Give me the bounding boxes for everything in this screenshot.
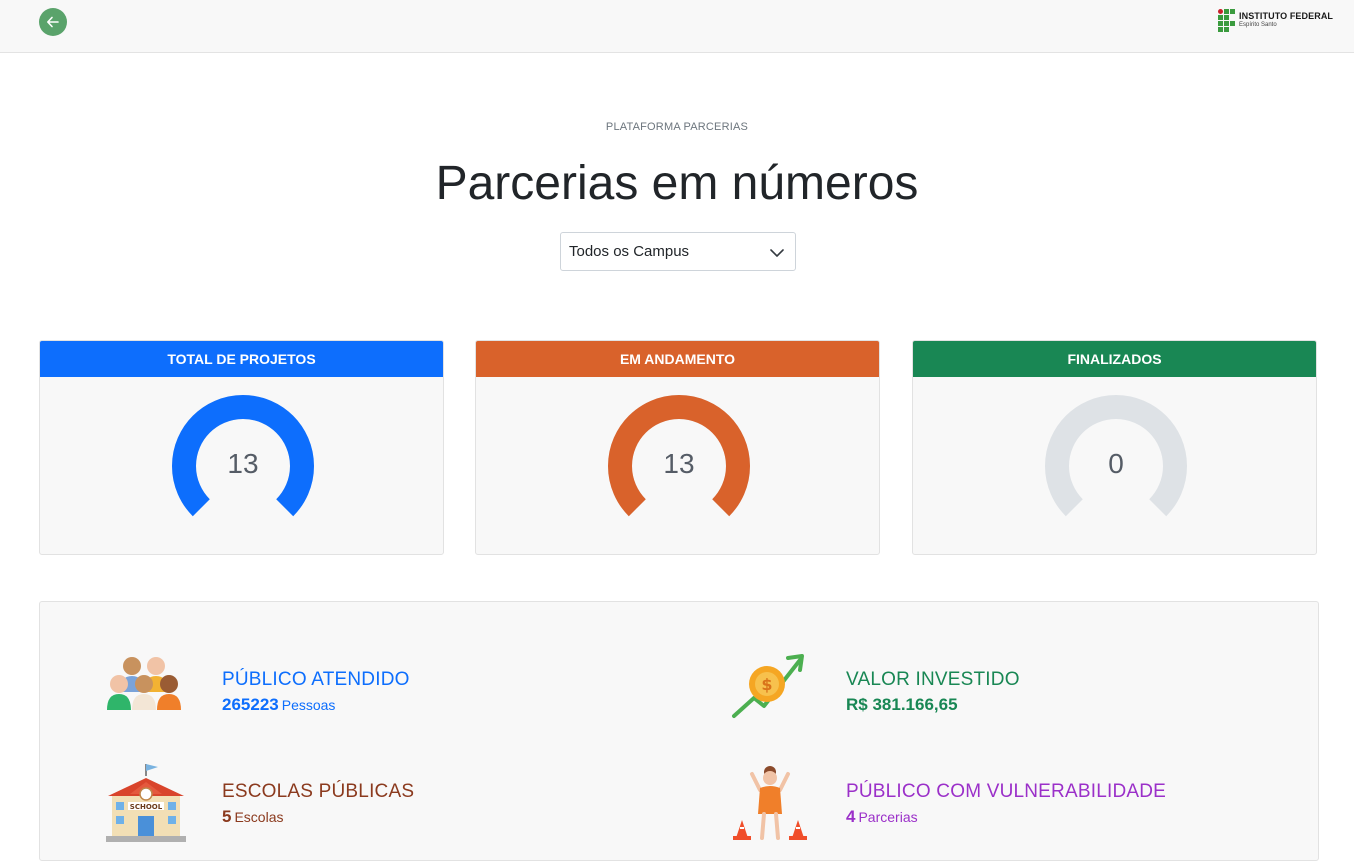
stat-unit: Escolas — [234, 809, 284, 825]
gauge-value: 13 — [227, 448, 259, 479]
card-title: FINALIZADOS — [1067, 351, 1162, 367]
stat-publico-atendido: PÚBLICO ATENDIDO 265223 Pessoas — [106, 652, 410, 732]
card-header: TOTAL DE PROJETOS — [40, 341, 443, 377]
card-title: EM ANDAMENTO — [619, 351, 736, 367]
stat-value: 4 — [846, 807, 856, 826]
stat-escolas-publicas: SCHOOL ESCOLAS PÚBLICAS 5 Escolas — [106, 764, 414, 844]
svg-text:$: $ — [761, 675, 772, 694]
stats-panel: PÚBLICO ATENDIDO 265223 Pessoas $ VALOR I… — [39, 601, 1319, 861]
card-total-projetos: TOTAL DE PROJETOS 13 — [39, 340, 444, 555]
gauge: 13 — [606, 394, 752, 534]
gauge: 13 — [170, 394, 316, 534]
stat-label: VALOR INVESTIDO — [846, 669, 1020, 690]
chevron-down-icon — [770, 249, 784, 257]
back-button[interactable] — [39, 8, 67, 36]
institution-logo[interactable]: INSTITUTO FEDERAL Espírito Santo — [1218, 9, 1333, 32]
school-icon: SCHOOL — [106, 764, 186, 842]
card-header: FINALIZADOS — [913, 341, 1316, 377]
people-group-icon — [107, 657, 181, 710]
page-eyebrow: PLATAFORMA PARCERIAS — [605, 121, 749, 133]
stat-value: 5 — [222, 807, 232, 826]
card-header: EM ANDAMENTO — [476, 341, 879, 377]
stat-value: 265223 — [222, 695, 279, 714]
stat-publico-vulnerabilidade: PÚBLICO COM VULNERABILIDADE 4 Parcerias — [730, 764, 1166, 844]
logo-mark-icon — [1218, 9, 1235, 32]
stat-label: PÚBLICO COM VULNERABILIDADE — [846, 781, 1167, 802]
card-title: TOTAL DE PROJETOS — [167, 351, 316, 367]
stat-label: PÚBLICO ATENDIDO — [222, 669, 410, 690]
gauge-value: 13 — [663, 448, 695, 479]
gauge: 0 — [1043, 394, 1189, 534]
gauge-value: 0 — [1108, 448, 1124, 479]
person-cones-icon — [733, 766, 807, 840]
logo-subtitle: Espírito Santo — [1239, 22, 1277, 28]
stat-unit: Parcerias — [858, 809, 918, 825]
stat-value: R$ 381.166,65 — [846, 695, 958, 714]
card-em-andamento: EM ANDAMENTO 13 — [475, 340, 880, 555]
money-growth-icon: $ — [732, 654, 804, 718]
stat-valor-investido: $ VALOR INVESTIDO R$ 381.166,65 — [730, 652, 1020, 732]
campus-select-value: Todos os Campus — [569, 243, 690, 260]
card-finalizados: FINALIZADOS 0 — [912, 340, 1317, 555]
stat-label: ESCOLAS PÚBLICAS — [222, 781, 415, 802]
campus-select[interactable]: Todos os Campus — [560, 232, 796, 271]
top-bar: INSTITUTO FEDERAL Espírito Santo — [0, 0, 1354, 53]
arrow-left-icon — [47, 16, 59, 28]
logo-title: INSTITUTO FEDERAL — [1239, 11, 1334, 21]
stat-unit: Pessoas — [281, 697, 336, 713]
page-title: Parcerias em números — [435, 157, 919, 210]
svg-text:SCHOOL: SCHOOL — [130, 803, 163, 811]
